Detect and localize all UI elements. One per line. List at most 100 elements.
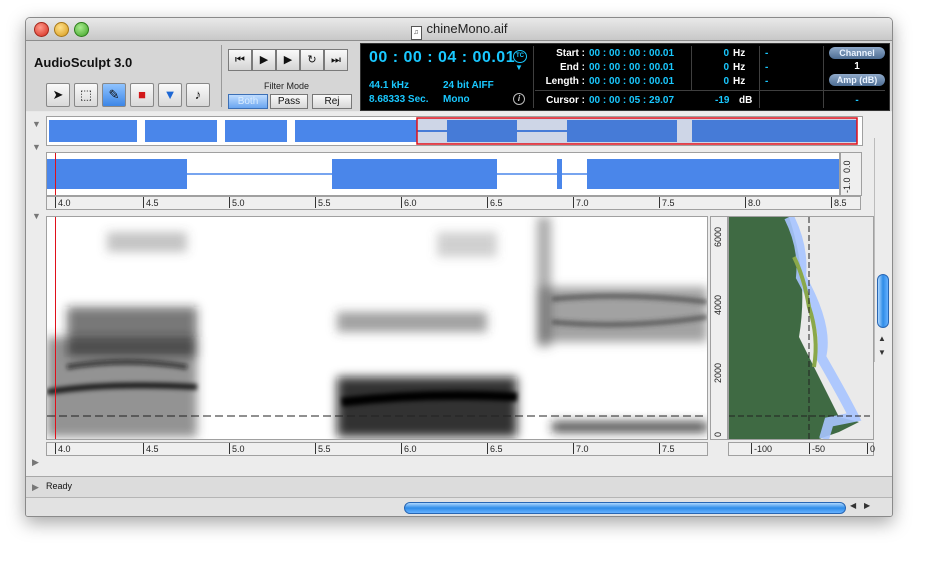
ruler-tick: 4.5 xyxy=(143,443,159,454)
spectrum-graphic xyxy=(729,214,873,441)
length-label: Length : xyxy=(545,76,585,87)
timecode-mode-badge[interactable]: TC xyxy=(513,50,527,63)
ruler-tick: 7.5 xyxy=(659,197,675,208)
scroll-left-arrow-icon[interactable]: ◀ xyxy=(850,501,856,510)
sonogram-disclosure-icon[interactable]: ▼ xyxy=(32,211,41,221)
waveform-disclosure-icon[interactable]: ▼ xyxy=(32,142,41,152)
main-area: ▼ ▼ ▼ ▶ 0.0 -1.0 4.0 4.5 5.0 5.5 6.0 6.5… xyxy=(26,112,892,476)
filter-mode-both-button[interactable]: Both xyxy=(228,94,268,109)
waveform-view[interactable] xyxy=(46,152,840,196)
vertical-scroll-thumb[interactable] xyxy=(877,274,889,328)
lcd-divider xyxy=(533,46,534,108)
waveform-graphic xyxy=(47,159,839,189)
status-disclosure-icon[interactable]: ▶ xyxy=(32,482,39,493)
arrow-tool-icon[interactable]: ➤ xyxy=(46,83,70,107)
lcd-divider xyxy=(759,46,760,108)
time-ruler-top[interactable]: 4.0 4.5 5.0 5.5 6.0 6.5 7.0 7.5 8.0 8.5 xyxy=(46,196,861,210)
play-selection-button[interactable]: ▶ xyxy=(276,49,300,71)
time-ruler-bottom[interactable]: 4.0 4.5 5.0 5.5 6.0 6.5 7.0 7.5 xyxy=(46,442,708,456)
lcd-row-divider xyxy=(535,90,885,91)
amp-value: - xyxy=(855,95,859,106)
loop-button[interactable]: ↻ xyxy=(300,49,324,71)
status-bar: ▶ Ready xyxy=(26,476,892,497)
filter-mode-label: Filter Mode xyxy=(264,81,310,91)
title-bar[interactable]: ♫ chineMono.aif xyxy=(26,18,892,41)
lcd-divider xyxy=(691,46,692,90)
horizontal-scroll-thumb[interactable] xyxy=(404,502,846,514)
filter-tool-icon[interactable]: ▼ xyxy=(158,83,182,107)
filter-mode-pass-button[interactable]: Pass xyxy=(270,94,308,109)
channel-mode: Mono xyxy=(443,94,470,105)
spectrum-slice-view[interactable] xyxy=(728,214,874,441)
cursor-label: Cursor : xyxy=(546,95,585,106)
amp-end: - xyxy=(765,62,769,73)
channel-label: Channel xyxy=(829,47,885,59)
cursor-value: 00 : 00 : 05 : 29.07 xyxy=(589,95,675,106)
play-button[interactable]: ▶ xyxy=(252,49,276,71)
freq-tick: 4000 xyxy=(713,294,723,315)
vertical-scrollbar[interactable]: ▲ ▼ xyxy=(874,138,890,362)
status-text: Ready xyxy=(46,481,73,491)
skip-end-button[interactable]: ⏭ xyxy=(324,49,348,71)
amp-axis-top: 0.0 xyxy=(842,160,852,173)
toolbar-divider xyxy=(221,45,222,107)
freq-tick: 2000 xyxy=(713,362,723,383)
end-value: 00 : 00 : 00 : 00.01 xyxy=(589,62,675,73)
freq-tick: 0 xyxy=(713,431,723,437)
info-icon[interactable]: i xyxy=(513,93,525,105)
frequency-axis: 6000 4000 2000 0 xyxy=(710,216,728,440)
window-title-text: chineMono.aif xyxy=(426,21,508,36)
overview-visible-range[interactable] xyxy=(416,117,858,145)
ruler-tick: 8.0 xyxy=(745,197,761,208)
ruler-tick: 7.0 xyxy=(573,197,589,208)
pencil-tool-icon[interactable]: ✎ xyxy=(102,83,126,107)
scroll-right-arrow-icon[interactable]: ▶ xyxy=(864,501,870,510)
color-tool-icon[interactable]: ■ xyxy=(130,83,154,107)
scroll-up-arrow-icon[interactable]: ▲ xyxy=(878,334,886,343)
hz-unit: Hz xyxy=(733,48,746,59)
timecode-mode-arrow-icon[interactable]: ▼ xyxy=(515,63,523,72)
sample-rate: 44.1 kHz xyxy=(369,80,410,91)
channel-value: 1 xyxy=(854,61,860,72)
amp-length: - xyxy=(765,76,769,87)
horizontal-scrollbar[interactable]: ◀ ▶ xyxy=(26,497,892,516)
note-tool-icon[interactable]: ♪ xyxy=(186,83,210,107)
hz-unit: Hz xyxy=(733,76,746,87)
filter-mode-reject-button[interactable]: Rej xyxy=(312,94,352,109)
window-title: ♫ chineMono.aif xyxy=(26,21,892,40)
length-value: 00 : 00 : 00 : 00.01 xyxy=(589,76,675,87)
marquee-tool-icon[interactable]: ⬚ xyxy=(74,83,98,107)
freq-end: 0 xyxy=(723,62,729,73)
overview-waveform[interactable] xyxy=(46,116,863,146)
amp-start: - xyxy=(765,48,769,59)
db-tick: -50 xyxy=(809,443,825,454)
overview-disclosure-icon[interactable]: ▼ xyxy=(32,119,41,129)
ruler-tick: 6.0 xyxy=(401,197,417,208)
ruler-tick: 4.0 xyxy=(55,197,71,208)
freq-length: 0 xyxy=(723,76,729,87)
start-label: Start : xyxy=(556,48,585,59)
ruler-tick: 5.0 xyxy=(229,443,245,454)
db-unit: dB xyxy=(739,95,753,106)
db-tick: 0 xyxy=(867,443,875,454)
sonogram-view[interactable] xyxy=(46,216,708,440)
duration: 8.68333 Sec. xyxy=(369,94,429,105)
amplitude-axis: 0.0 -1.0 xyxy=(840,152,862,196)
scroll-down-arrow-icon[interactable]: ▼ xyxy=(878,348,886,357)
cursor-db-value: -19 xyxy=(715,95,730,106)
ruler-tick: 7.5 xyxy=(659,443,675,454)
freq-start: 0 xyxy=(723,48,729,59)
sonogram-cursor[interactable] xyxy=(55,217,56,439)
db-tick: -100 xyxy=(751,443,772,454)
extra-track-disclosure-icon[interactable]: ▶ xyxy=(32,457,39,468)
ruler-tick: 5.0 xyxy=(229,197,245,208)
ruler-tick: 4.5 xyxy=(143,197,159,208)
playback-cursor[interactable] xyxy=(55,153,56,195)
ruler-tick: 4.0 xyxy=(55,443,71,454)
ruler-tick: 5.5 xyxy=(315,197,331,208)
app-window: ♫ chineMono.aif AudioSculpt 3.0 ➤ ⬚ ✎ ■ ▼… xyxy=(25,17,893,517)
amp-label: Amp (dB) xyxy=(829,74,885,86)
start-value: 00 : 00 : 00 : 00.01 xyxy=(589,48,675,59)
timecode-readout: 00 : 00 : 04 : 00.01 xyxy=(369,49,516,66)
skip-start-button[interactable]: ⏮ xyxy=(228,49,252,71)
